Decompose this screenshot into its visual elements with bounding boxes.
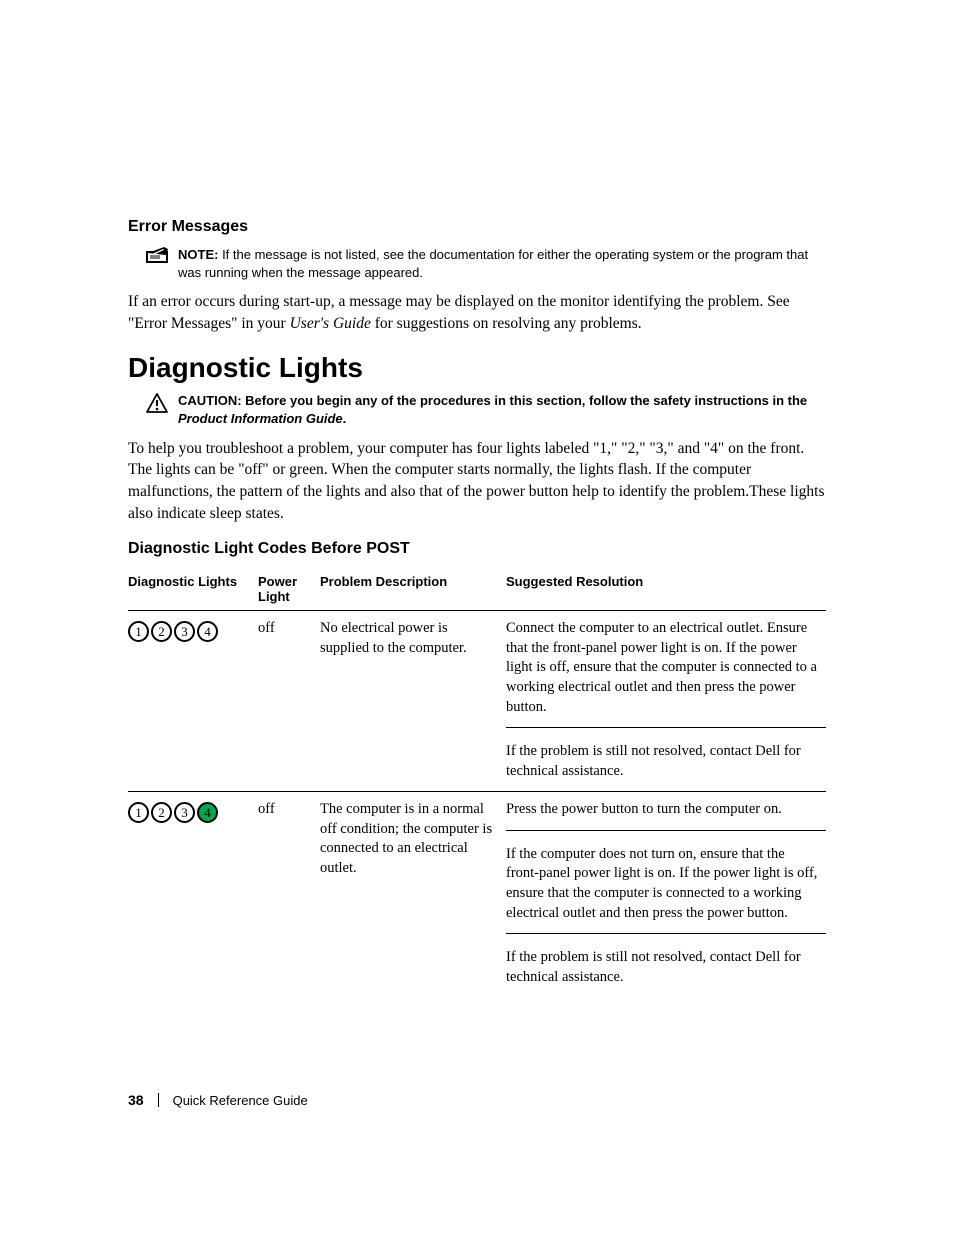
th-lights: Diagnostic Lights — [128, 568, 258, 611]
note-text: NOTE: If the message is not listed, see … — [178, 246, 826, 281]
cell-lights: 1 2 3 4 — [128, 792, 258, 831]
diagnostic-lights-heading: Diagnostic Lights — [128, 352, 826, 384]
note-callout: NOTE: If the message is not listed, see … — [146, 246, 826, 281]
light-pattern: 1 2 3 4 — [128, 800, 250, 823]
table-row: 1 2 3 4 off No electrical power is suppl… — [128, 611, 826, 728]
th-res: Suggested Resolution — [506, 568, 826, 611]
th-desc: Problem Description — [320, 568, 506, 611]
page-content: Error Messages NOTE: If the message is n… — [128, 218, 826, 997]
note-icon — [146, 247, 168, 265]
caution-text: CAUTION: Before you begin any of the pro… — [178, 392, 826, 427]
footer-divider — [158, 1093, 159, 1107]
footer-doc-title: Quick Reference Guide — [173, 1093, 308, 1108]
diag-codes-subheading: Diagnostic Light Codes Before POST — [128, 540, 826, 558]
cell-power: off — [258, 792, 320, 831]
light-1-icon: 1 — [128, 802, 149, 823]
para-after: for suggestions on resolving any problem… — [371, 315, 642, 332]
light-3-icon: 3 — [174, 621, 195, 642]
res-para: If the computer does not turn on, ensure… — [506, 845, 818, 923]
table-row: If the problem is still not resolved, co… — [128, 728, 826, 792]
light-3-icon: 3 — [174, 802, 195, 823]
cell-res: If the computer does not turn on, ensure… — [506, 830, 826, 933]
cell-desc: The computer is in a normal off conditio… — [320, 792, 506, 997]
page-number: 38 — [128, 1092, 144, 1108]
diagnostic-intro: To help you troubleshoot a problem, your… — [128, 438, 826, 525]
diagnostic-table: Diagnostic Lights Power Light Problem De… — [128, 568, 826, 997]
res-para: Press the power button to turn the compu… — [506, 800, 818, 820]
caution-body-after: . — [343, 411, 347, 426]
error-messages-paragraph: If an error occurs during start-up, a me… — [128, 291, 826, 334]
light-pattern: 1 2 3 4 — [128, 619, 250, 642]
cell-res: If the problem is still not resolved, co… — [506, 728, 826, 792]
cell-power: off — [258, 611, 320, 728]
res-para: If the problem is still not resolved, co… — [506, 948, 818, 987]
light-2-icon: 2 — [151, 802, 172, 823]
cell-lights: 1 2 3 4 — [128, 611, 258, 728]
cell-res: Press the power button to turn the compu… — [506, 792, 826, 831]
note-body: If the message is not listed, see the do… — [178, 247, 808, 280]
light-4-icon: 4 — [197, 621, 218, 642]
res-para: If the problem is still not resolved, co… — [506, 742, 818, 781]
cell-res: Connect the computer to an electrical ou… — [506, 611, 826, 728]
cell-desc: No electrical power is supplied to the c… — [320, 611, 506, 728]
caution-lead: CAUTION: — [178, 393, 245, 408]
res-para: Connect the computer to an electrical ou… — [506, 619, 818, 717]
error-messages-heading: Error Messages — [128, 218, 826, 236]
caution-body-italic: Product Information Guide — [178, 411, 343, 426]
light-1-icon: 1 — [128, 621, 149, 642]
caution-body-before: Before you begin any of the procedures i… — [245, 393, 807, 408]
th-power: Power Light — [258, 568, 320, 611]
note-lead: NOTE: — [178, 247, 222, 262]
page-footer: 38 Quick Reference Guide — [128, 1092, 308, 1108]
light-4-icon: 4 — [197, 802, 218, 823]
light-2-icon: 2 — [151, 621, 172, 642]
caution-callout: CAUTION: Before you begin any of the pro… — [146, 392, 826, 427]
table-row: 1 2 3 4 off The computer is in a normal … — [128, 792, 826, 831]
table-header-row: Diagnostic Lights Power Light Problem De… — [128, 568, 826, 611]
caution-icon — [146, 393, 168, 411]
cell-res: If the problem is still not resolved, co… — [506, 934, 826, 998]
para-italic: User's Guide — [290, 315, 371, 332]
